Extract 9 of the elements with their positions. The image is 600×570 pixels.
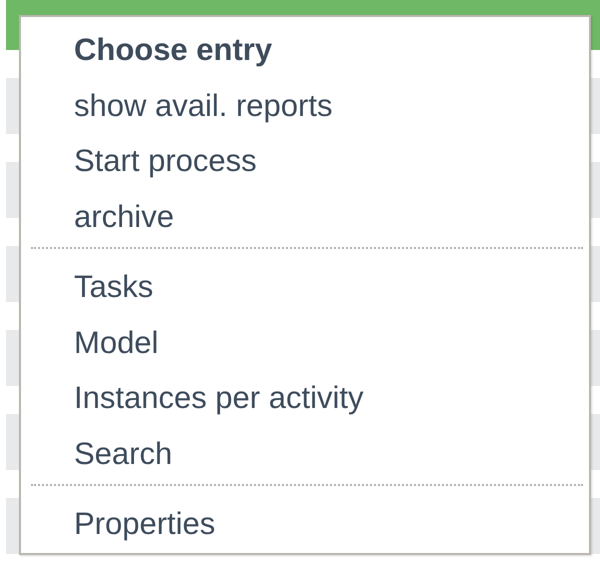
menu-item[interactable]: archive — [74, 188, 589, 244]
menu-item[interactable]: Search — [74, 426, 589, 481]
menu-item[interactable]: Instances per activity — [74, 370, 589, 426]
menu-item[interactable]: Tasks — [74, 259, 589, 314]
menu-header: Choose entry — [74, 31, 274, 69]
menu-item[interactable]: show avail. reports — [74, 78, 589, 133]
menu-item[interactable]: Properties — [74, 496, 589, 552]
menu-item[interactable]: Model — [74, 314, 589, 370]
menu-item[interactable]: Start process — [74, 133, 589, 188]
